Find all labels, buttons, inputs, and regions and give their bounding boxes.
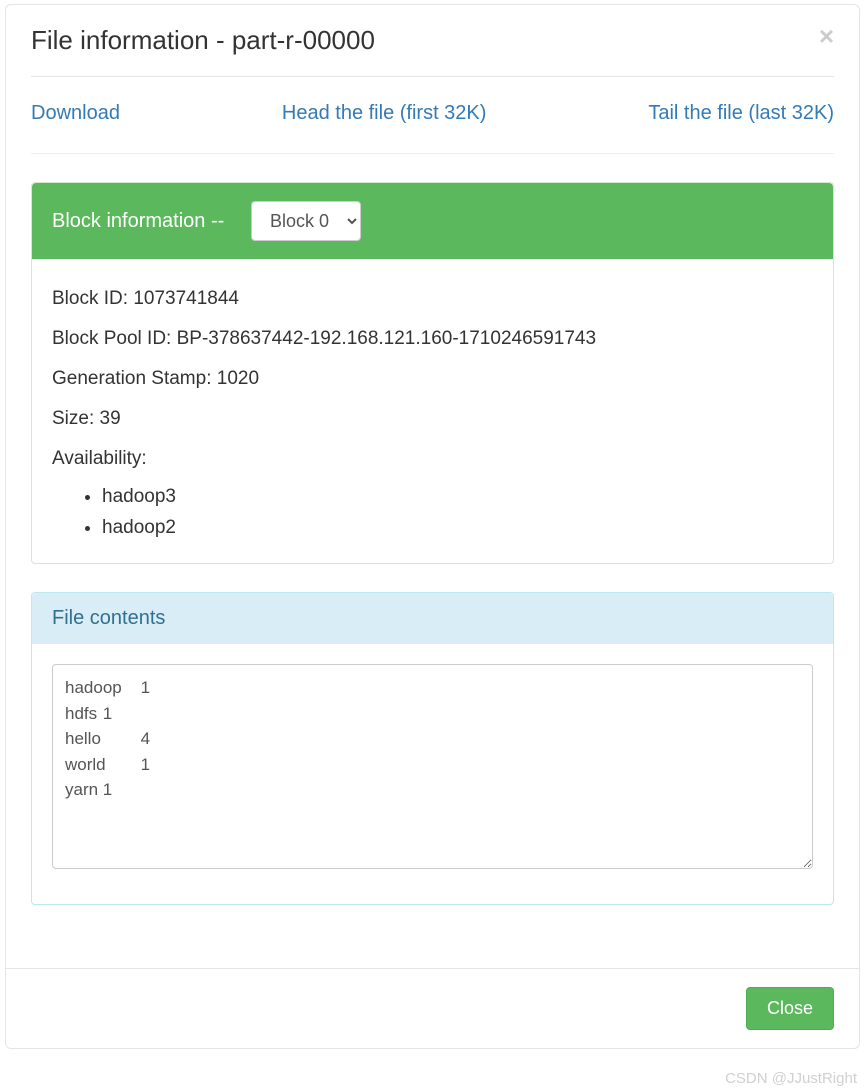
download-link[interactable]: Download	[31, 102, 120, 125]
modal-header: File information - part-r-00000 ×	[31, 5, 834, 77]
close-button[interactable]: Close	[746, 987, 834, 1030]
head-file-link[interactable]: Head the file (first 32K)	[282, 102, 487, 125]
block-pool-id-label: Block Pool ID:	[52, 328, 177, 349]
availability-item: hadoop3	[102, 482, 813, 512]
block-select[interactable]: Block 0	[251, 201, 361, 241]
block-information-body: Block ID: 1073741844 Block Pool ID: BP-3…	[32, 259, 833, 563]
generation-stamp-label: Generation Stamp:	[52, 368, 217, 389]
block-id-label: Block ID:	[52, 288, 133, 309]
generation-stamp-value: 1020	[217, 368, 259, 389]
block-pool-id-row: Block Pool ID: BP-378637442-192.168.121.…	[52, 319, 813, 359]
modal-title: File information - part-r-00000	[31, 25, 834, 56]
file-information-modal: File information - part-r-00000 × Downlo…	[5, 4, 860, 1049]
modal-footer: Close	[6, 968, 859, 1048]
size-label: Size:	[52, 408, 100, 429]
size-value: 39	[100, 408, 121, 429]
block-id-value: 1073741844	[133, 288, 239, 309]
file-contents-textarea[interactable]	[52, 664, 813, 869]
block-information-heading: Block information -- Block 0	[32, 183, 833, 259]
availability-list: hadoop3 hadoop2	[52, 482, 813, 543]
block-id-row: Block ID: 1073741844	[52, 279, 813, 319]
block-information-panel: Block information -- Block 0 Block ID: 1…	[31, 182, 834, 564]
action-links-row: Download Head the file (first 32K) Tail …	[31, 102, 834, 154]
close-icon[interactable]: ×	[819, 23, 834, 49]
modal-body: Download Head the file (first 32K) Tail …	[6, 77, 859, 958]
size-row: Size: 39	[52, 399, 813, 439]
file-contents-heading: File contents	[32, 593, 833, 644]
availability-label: Availability:	[52, 439, 813, 479]
file-contents-panel: File contents	[31, 592, 834, 905]
block-pool-id-value: BP-378637442-192.168.121.160-17102465917…	[177, 328, 596, 349]
file-contents-body	[32, 644, 833, 904]
block-information-label: Block information --	[52, 210, 241, 233]
generation-stamp-row: Generation Stamp: 1020	[52, 359, 813, 399]
watermark: CSDN @JJustRight	[725, 1070, 857, 1087]
tail-file-link[interactable]: Tail the file (last 32K)	[648, 102, 834, 125]
availability-item: hadoop2	[102, 513, 813, 543]
